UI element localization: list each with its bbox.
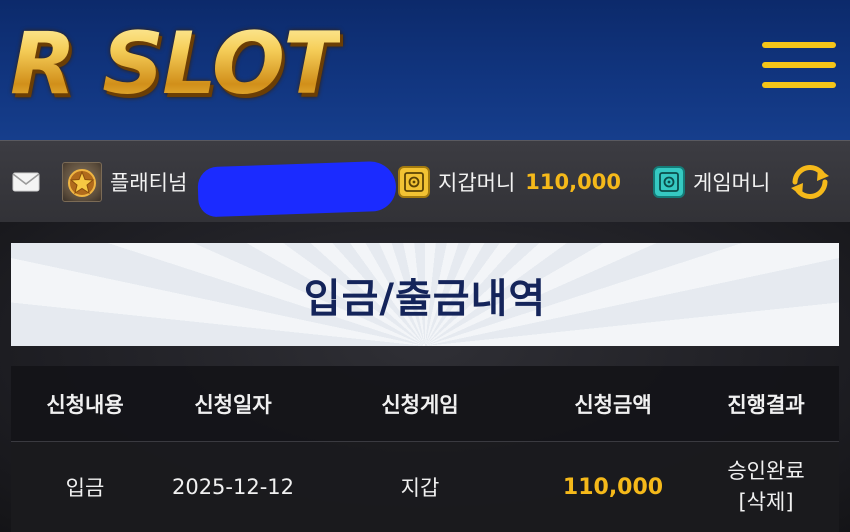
column-header-amount: 신청금액 <box>574 392 652 417</box>
history-table: 신청내용 신청일자 신청게임 신청금액 진행결과 입금 2025-12-12 지… <box>11 366 839 532</box>
cell-game: 지갑 <box>400 476 440 500</box>
hamburger-icon-bar <box>762 82 836 88</box>
column-header-game: 신청게임 <box>381 392 459 417</box>
site-logo[interactable]: R SLOT <box>10 14 342 114</box>
cell-status: 승인완료 [삭제] <box>693 442 839 532</box>
envelope-icon <box>12 172 40 192</box>
grade-label: 플래티넘 <box>110 171 188 195</box>
column-header-type: 신청내용 <box>46 392 124 417</box>
user-grade: 플래티넘 <box>62 141 187 223</box>
cell-date: 2025-12-12 <box>171 475 295 499</box>
redacted-username <box>197 160 397 218</box>
table-row: 입금 2025-12-12 지갑 110,000 승인완료 [삭제] <box>11 442 839 532</box>
table-header-row: 신청내용 신청일자 신청게임 신청금액 진행결과 <box>11 366 839 442</box>
column-header-date: 신청일자 <box>194 392 272 417</box>
site-header: R SLOT <box>0 0 850 140</box>
grade-star-icon <box>62 162 102 202</box>
hamburger-menu-button[interactable] <box>760 38 838 96</box>
page-title: 입금/출금내역 <box>303 275 547 322</box>
hamburger-icon-bar <box>762 62 836 68</box>
column-header-status: 진행결과 <box>727 392 805 417</box>
delete-link[interactable]: [삭제] <box>738 487 793 518</box>
hamburger-icon-bar <box>762 42 836 48</box>
cell-type: 입금 <box>65 476 105 500</box>
game-money-label: 게임머니 <box>693 171 771 195</box>
cell-amount: 110,000 <box>562 474 664 500</box>
wallet-safe-icon <box>398 166 430 198</box>
game-safe-icon <box>653 166 685 198</box>
wallet-money: 지갑머니 110,000 <box>398 141 621 223</box>
wallet-value: 110,000 <box>525 170 621 194</box>
game-money: 게임머니 <box>653 141 770 223</box>
wallet-label: 지갑머니 <box>438 171 516 195</box>
refresh-icon <box>791 164 829 200</box>
mail-button[interactable] <box>12 141 40 223</box>
refresh-button[interactable] <box>785 141 835 223</box>
user-info-bar: 플래티넘 지갑머니 110,000 게임머니 <box>0 140 850 222</box>
status-text: 승인완료 <box>727 459 805 483</box>
page-title-panel: 입금/출금내역 <box>11 243 839 346</box>
